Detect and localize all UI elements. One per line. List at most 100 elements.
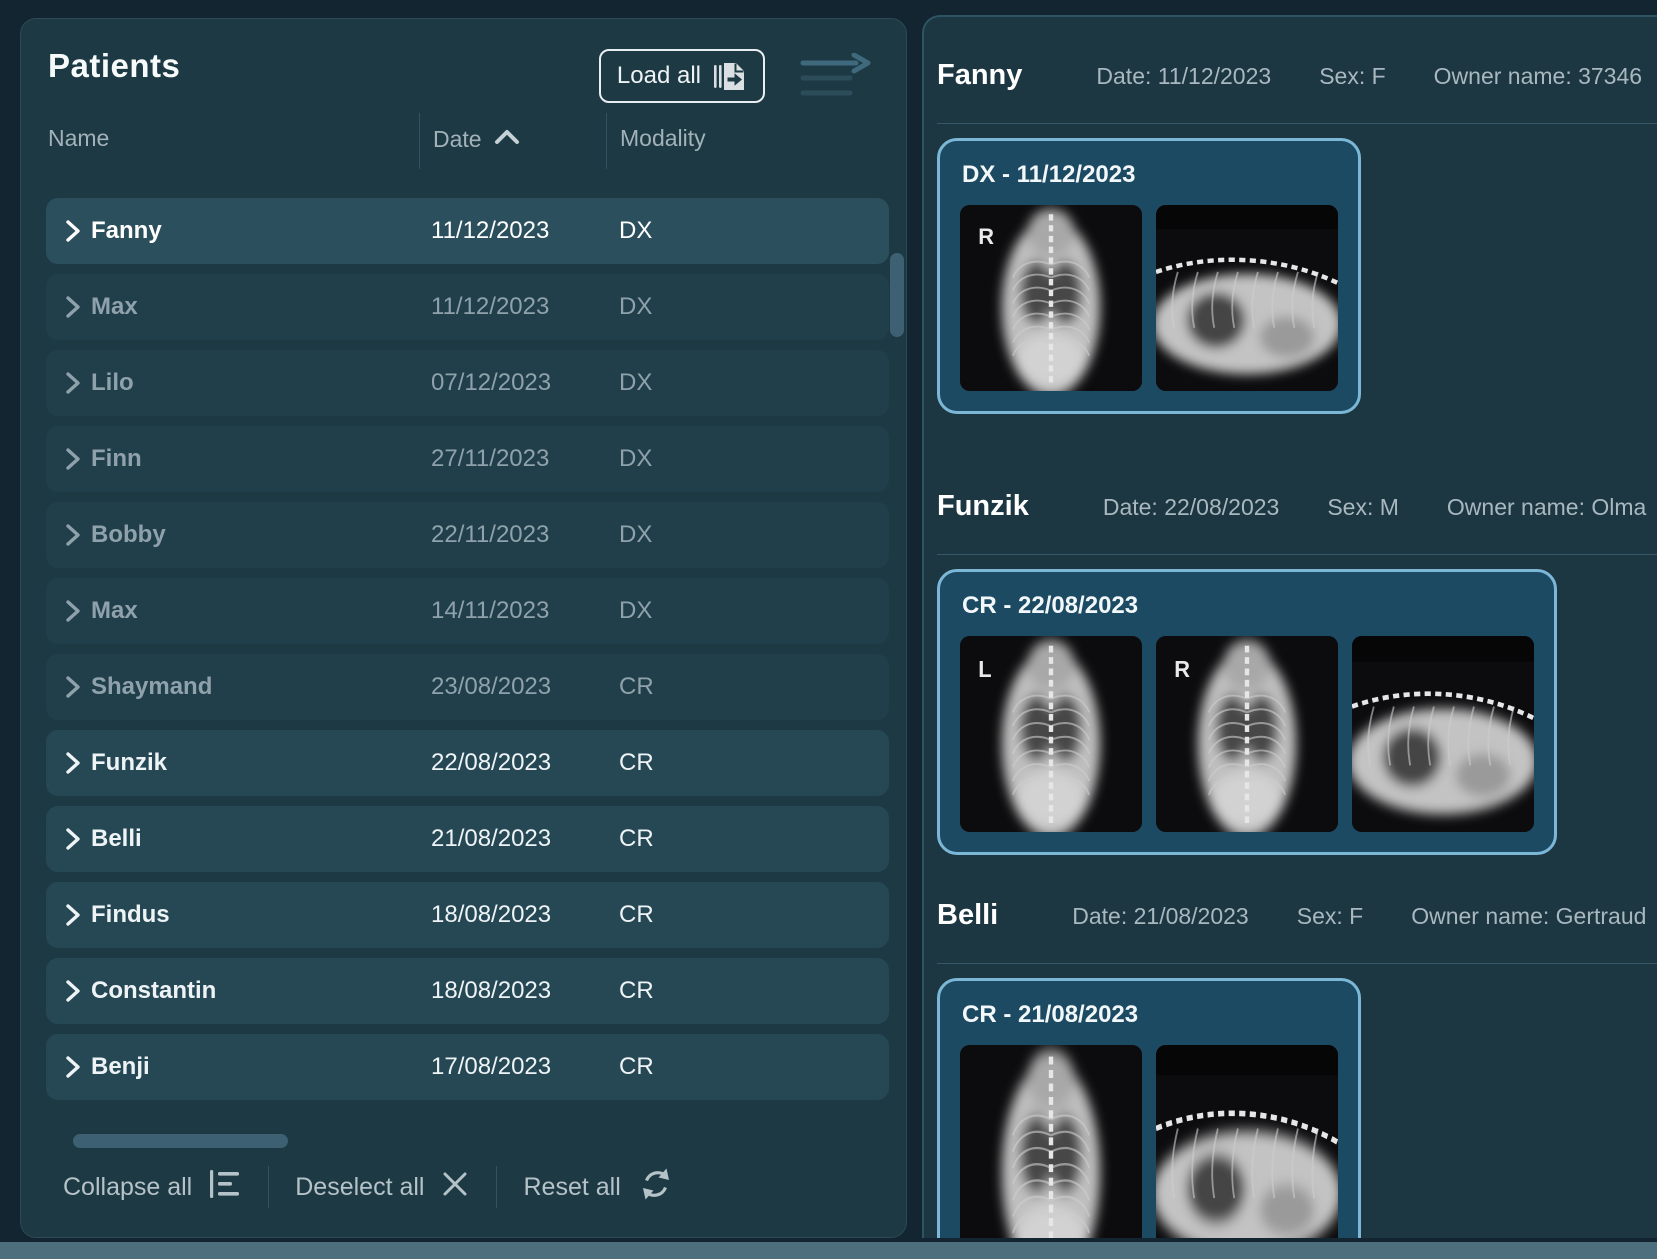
patient-modality: CR <box>619 673 889 701</box>
svg-text:R: R <box>978 224 994 249</box>
collapse-all-button[interactable]: Collapse all <box>63 1169 242 1206</box>
deselect-all-label: Deselect all <box>295 1173 424 1202</box>
patient-study-date: 22/08/2023 <box>431 749 619 777</box>
patient-modality: DX <box>619 369 889 397</box>
patient-section-fanny: FannyDate: 11/12/2023Sex: FOwner name: 3… <box>937 59 1657 414</box>
section-divider <box>937 963 1657 964</box>
column-header-modality[interactable]: Modality <box>620 125 706 152</box>
patient-row-benji[interactable]: Benji17/08/2023CR <box>46 1034 889 1100</box>
patient-section-header: BelliDate: 21/08/2023Sex: FOwner name: G… <box>937 899 1657 935</box>
column-header-date[interactable]: Date <box>433 125 520 153</box>
patient-section-name: Fanny <box>937 59 1022 92</box>
reset-all-button[interactable]: Reset all <box>523 1166 674 1209</box>
patient-study-date: 23/08/2023 <box>431 673 619 701</box>
patient-row-funzik[interactable]: Funzik22/08/2023CR <box>46 730 889 796</box>
patient-modality: CR <box>619 901 889 929</box>
collapse-sidebar-button[interactable] <box>800 53 874 101</box>
patient-study-date: 22/11/2023 <box>431 521 619 549</box>
chevron-right-icon[interactable] <box>61 294 91 320</box>
patient-name: Finn <box>91 445 431 473</box>
patient-row-belli[interactable]: Belli21/08/2023CR <box>46 806 889 872</box>
column-divider <box>606 113 607 169</box>
study-card-funzik[interactable]: CR - 22/08/2023LR <box>937 569 1557 855</box>
xray-thumbnail-lateral[interactable] <box>1156 205 1338 391</box>
toolbar-divider <box>268 1166 269 1208</box>
xray-thumbnail-lateral[interactable] <box>1156 1045 1338 1238</box>
patient-row-fanny[interactable]: Fanny11/12/2023DX <box>46 198 889 264</box>
window-bottom-edge <box>0 1242 1657 1259</box>
load-all-icon <box>713 59 747 93</box>
patient-sex-label: Sex: F <box>1297 903 1363 930</box>
collapse-all-icon <box>208 1169 242 1206</box>
patient-study-date: 14/11/2023 <box>431 597 619 625</box>
xray-thumbnail-vd[interactable]: L <box>960 636 1142 832</box>
chevron-right-icon[interactable] <box>61 902 91 928</box>
chevron-right-icon[interactable] <box>61 750 91 776</box>
patient-row-shaymand[interactable]: Shaymand23/08/2023CR <box>46 654 889 720</box>
patient-modality: DX <box>619 521 889 549</box>
chevron-right-icon[interactable] <box>61 978 91 1004</box>
patient-modality: DX <box>619 445 889 473</box>
xray-thumbnail-vd[interactable] <box>960 1045 1142 1238</box>
deselect-all-button[interactable]: Deselect all <box>295 1169 470 1206</box>
patient-section-header: FannyDate: 11/12/2023Sex: FOwner name: 3… <box>937 59 1657 95</box>
svg-text:L: L <box>978 655 991 682</box>
chevron-right-icon[interactable] <box>61 218 91 244</box>
patient-modality: DX <box>619 597 889 625</box>
load-all-button[interactable]: Load all <box>599 49 765 103</box>
column-header-name[interactable]: Name <box>48 125 109 152</box>
patient-name: Max <box>91 293 431 321</box>
chevron-right-icon[interactable] <box>61 370 91 396</box>
patient-row-constantin[interactable]: Constantin18/08/2023CR <box>46 958 889 1024</box>
patient-row-max[interactable]: Max11/12/2023DX <box>46 274 889 340</box>
study-card-fanny[interactable]: DX - 11/12/2023R <box>937 138 1361 414</box>
patient-name: Benji <box>91 1053 431 1081</box>
patient-study-date: 18/08/2023 <box>431 977 619 1005</box>
patient-row-max[interactable]: Max14/11/2023DX <box>46 578 889 644</box>
chevron-right-icon[interactable] <box>61 674 91 700</box>
xray-thumbnail-vd[interactable]: R <box>960 205 1142 391</box>
study-thumbnails: R <box>960 205 1338 391</box>
patient-owner-label: Owner name: 37346 <box>1434 63 1642 90</box>
patient-owner-label: Owner name: Gertraud <box>1411 903 1646 930</box>
horizontal-scrollbar[interactable] <box>73 1134 288 1148</box>
patient-row-findus[interactable]: Findus18/08/2023CR <box>46 882 889 948</box>
patient-sex-label: Sex: M <box>1327 494 1399 521</box>
section-divider <box>937 123 1657 124</box>
vertical-scrollbar[interactable] <box>890 253 904 337</box>
patient-row-bobby[interactable]: Bobby22/11/2023DX <box>46 502 889 568</box>
toolbar-divider <box>496 1166 497 1208</box>
collapse-all-label: Collapse all <box>63 1173 192 1202</box>
patient-name: Bobby <box>91 521 431 549</box>
patient-study-date: 18/08/2023 <box>431 901 619 929</box>
list-column-headers: Name Date Modality <box>21 113 906 169</box>
chevron-right-icon[interactable] <box>61 446 91 472</box>
patient-modality: CR <box>619 1053 889 1081</box>
patient-study-date: 11/12/2023 <box>431 217 619 245</box>
patient-study-date: 27/11/2023 <box>431 445 619 473</box>
patient-name: Max <box>91 597 431 625</box>
xray-thumbnail-vd[interactable]: R <box>1156 636 1338 832</box>
patient-name: Funzik <box>91 749 431 777</box>
chevron-right-icon[interactable] <box>61 598 91 624</box>
patient-modality: DX <box>619 217 889 245</box>
patient-date-label: Date: 11/12/2023 <box>1096 63 1271 90</box>
patient-row-finn[interactable]: Finn27/11/2023DX <box>46 426 889 492</box>
patient-name: Shaymand <box>91 673 431 701</box>
chevron-right-icon[interactable] <box>61 522 91 548</box>
chevron-up-icon <box>494 125 520 153</box>
patient-section-header: FunzikDate: 22/08/2023Sex: MOwner name: … <box>937 490 1657 526</box>
patient-name: Lilo <box>91 369 431 397</box>
load-all-label: Load all <box>617 62 701 90</box>
study-card-belli[interactable]: CR - 21/08/2023 <box>937 978 1361 1238</box>
study-title: CR - 21/08/2023 <box>962 1001 1338 1029</box>
xray-thumbnail-lateral[interactable] <box>1352 636 1534 832</box>
app-window: Patients Load all <box>0 0 1657 1259</box>
patient-row-lilo[interactable]: Lilo07/12/2023DX <box>46 350 889 416</box>
patient-modality: CR <box>619 825 889 853</box>
patient-section-name: Funzik <box>937 490 1029 523</box>
chevron-right-icon[interactable] <box>61 1054 91 1080</box>
patient-study-date: 11/12/2023 <box>431 293 619 321</box>
chevron-right-icon[interactable] <box>61 826 91 852</box>
patient-section-belli: BelliDate: 21/08/2023Sex: FOwner name: G… <box>937 899 1657 1238</box>
